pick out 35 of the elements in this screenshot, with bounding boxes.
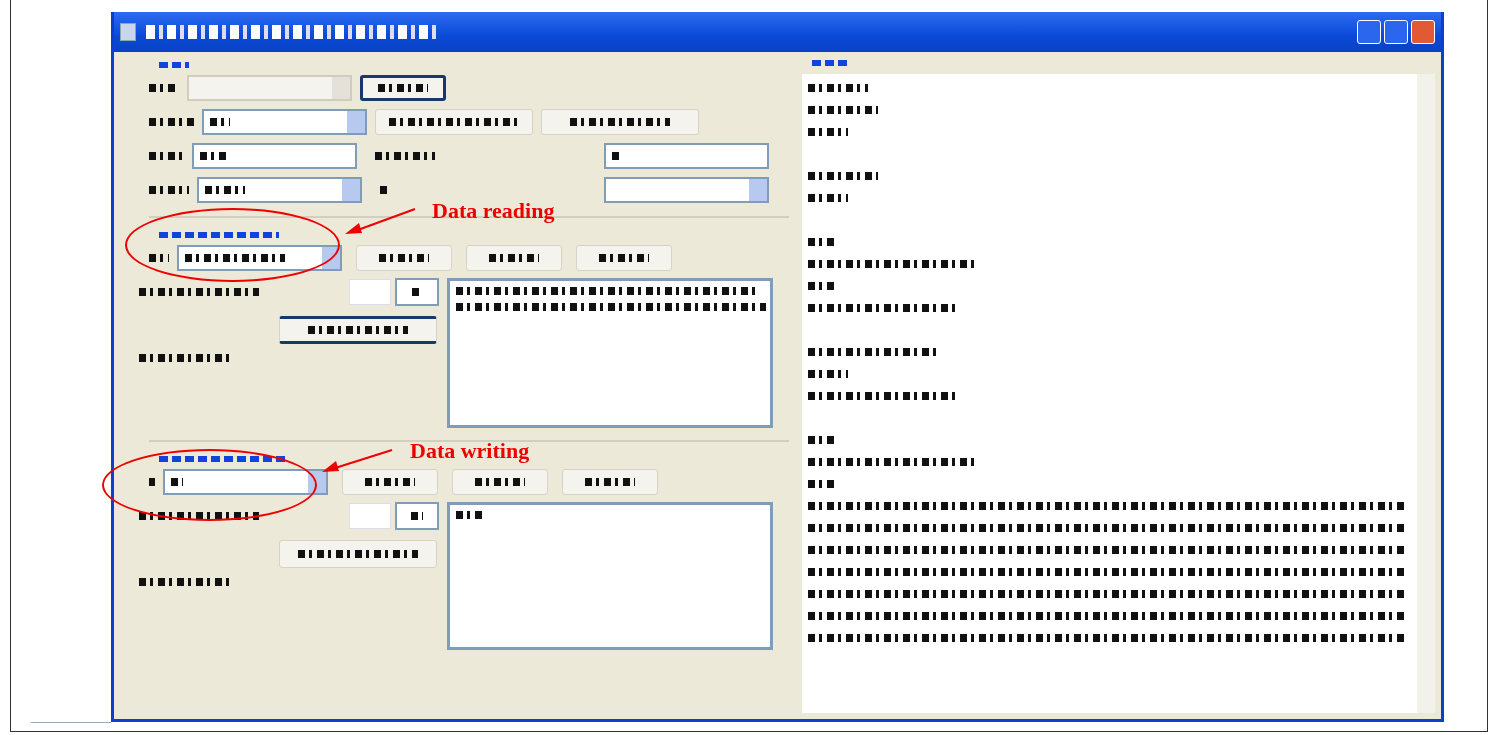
- pixelated-text-line-drawing: [808, 194, 848, 202]
- pixelated-label-drawing: [375, 152, 435, 160]
- pixelated-text-line-drawing: [808, 106, 878, 114]
- list-box[interactable]: [447, 278, 773, 428]
- close-icon[interactable]: [1411, 20, 1435, 44]
- arrow: [345, 208, 416, 234]
- input-field[interactable]: [192, 143, 357, 169]
- annotation-label: Data reading: [432, 198, 555, 224]
- push-button[interactable]: [279, 316, 437, 344]
- minimize-icon[interactable]: [1357, 20, 1381, 44]
- input-field[interactable]: [395, 502, 439, 530]
- pixelated-label-drawing: [149, 254, 169, 262]
- pixelated-label-drawing: [149, 186, 189, 194]
- pixelated-label-drawing: [149, 118, 194, 126]
- log-text-area[interactable]: [802, 74, 1435, 713]
- push-button[interactable]: [360, 75, 446, 101]
- pixelated-label-drawing: [149, 152, 184, 160]
- annotation-label: Data writing: [410, 438, 530, 464]
- pixelated-text-line-drawing: [808, 84, 868, 92]
- scrollbar[interactable]: [1417, 74, 1435, 713]
- arrow: [322, 449, 393, 472]
- combo-box[interactable]: [177, 245, 342, 271]
- pixelated-text-line-drawing: [808, 128, 848, 136]
- maximize-icon[interactable]: [1384, 20, 1408, 44]
- pixelated-label-drawing: [149, 478, 155, 486]
- pixelated-heading-drawing: [159, 62, 189, 68]
- pixelated-heading-drawing: [812, 60, 848, 66]
- app-icon: [120, 23, 136, 41]
- input-field[interactable]: [604, 143, 769, 169]
- combo-box[interactable]: [202, 109, 367, 135]
- pixelated-text-line-drawing: [808, 370, 848, 378]
- combo-box[interactable]: [197, 177, 362, 203]
- pixelated-text-line-drawing: [808, 172, 878, 180]
- input-field[interactable]: [395, 278, 439, 306]
- pixelated-label-drawing: [380, 186, 390, 194]
